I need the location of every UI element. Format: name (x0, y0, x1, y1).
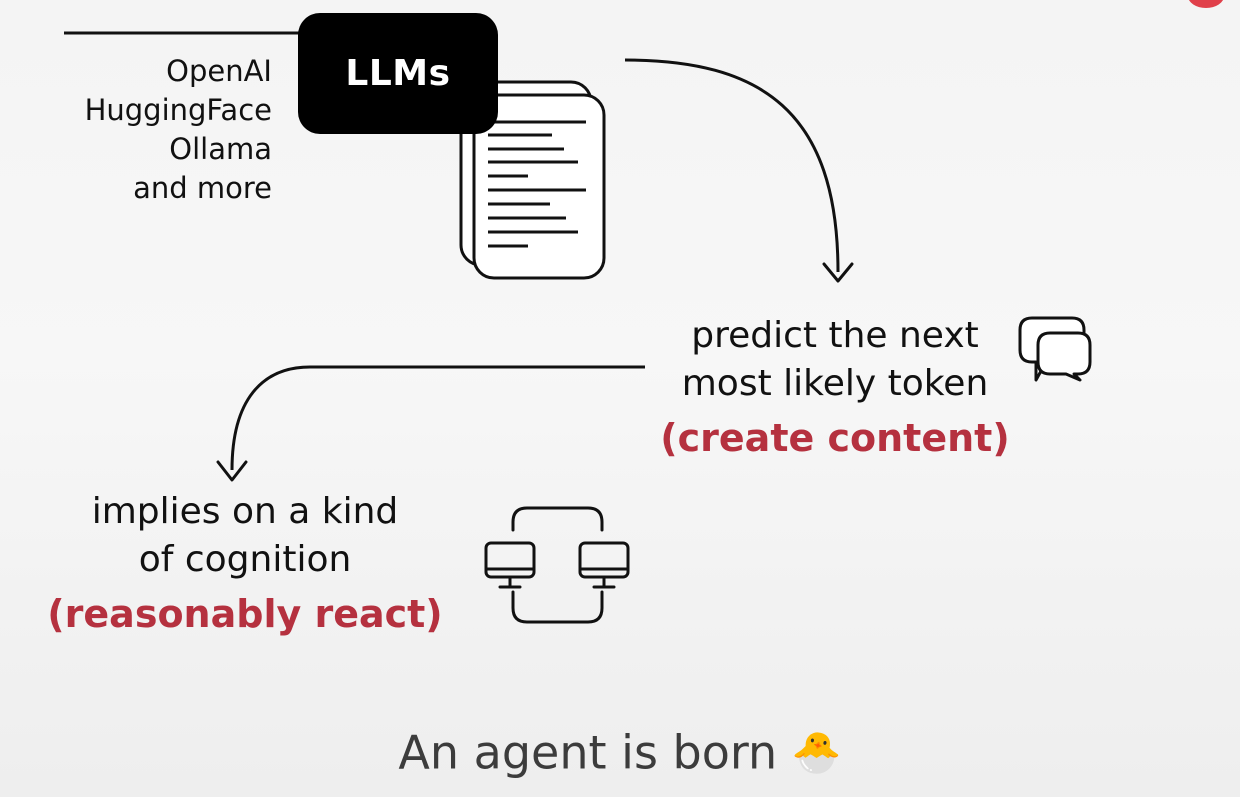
llm-badge: LLMs (298, 13, 498, 134)
caption-text: An agent is born (398, 725, 778, 780)
predict-line-2: most likely token (681, 363, 989, 404)
provider-more: and more (133, 171, 272, 205)
computers-sync-icon (484, 506, 630, 624)
arrow-predict-to-cognition (230, 365, 645, 471)
predict-highlight: (create content) (660, 416, 1010, 460)
provider-list: OpenAI HuggingFace Ollama and more (40, 52, 272, 208)
cognition-highlight: (reasonably react) (47, 592, 443, 636)
cognition-line-1: implies on a kind (91, 491, 399, 532)
hatching-chick-icon: 🐣 (791, 730, 842, 776)
provider-openai: OpenAI (166, 54, 272, 88)
chat-bubbles-icon (1018, 316, 1092, 382)
provider-ollama: Ollama (169, 132, 272, 166)
arrow-llm-to-predict (624, 58, 840, 273)
caption: An agent is born 🐣 (300, 722, 940, 780)
cognition-line-2: of cognition (138, 539, 352, 580)
provider-huggingface: HuggingFace (84, 93, 272, 127)
cognition-block: implies on a kind of cognition (reasonab… (40, 488, 450, 638)
predict-line-1: predict the next (691, 315, 979, 356)
predict-block: predict the next most likely token (crea… (640, 312, 1030, 462)
